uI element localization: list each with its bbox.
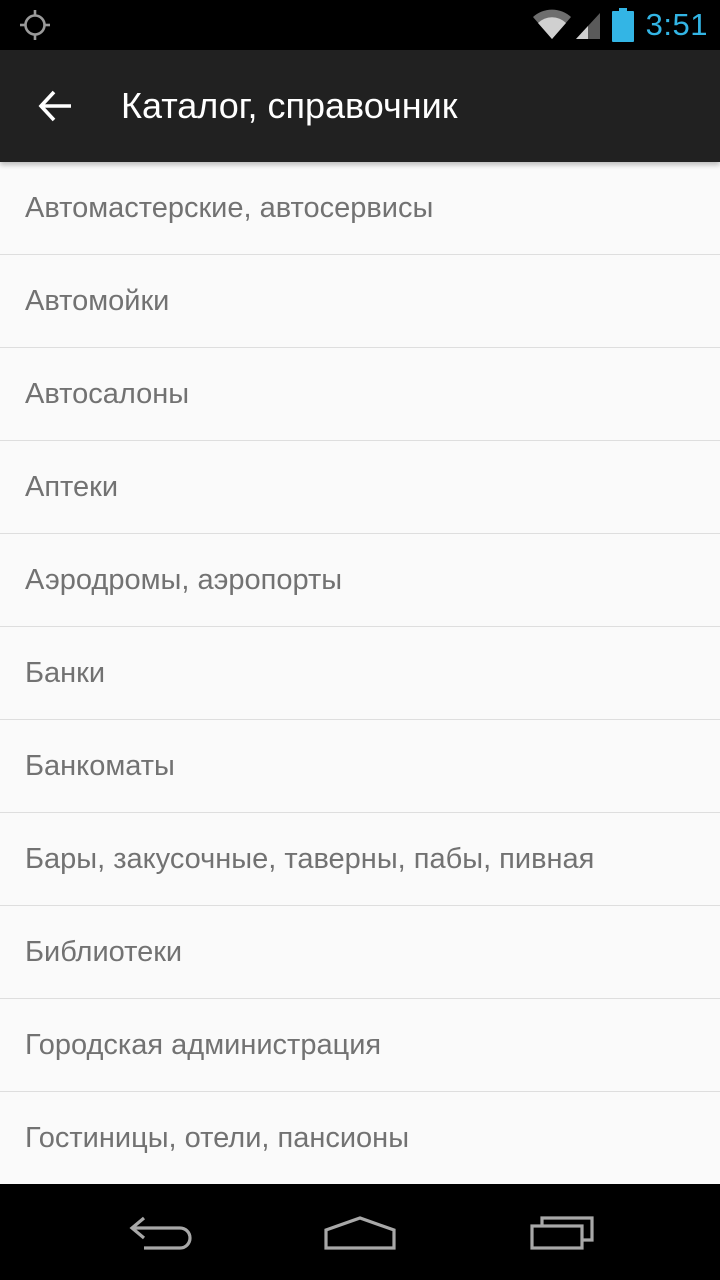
arrow-back-icon	[38, 90, 71, 122]
nav-recents-icon	[530, 1216, 594, 1250]
list-item[interactable]: Автомойки	[0, 255, 720, 348]
status-bar: 3:51	[0, 0, 720, 50]
nav-back-icon	[129, 1216, 192, 1250]
catalog-list: Автомастерские, автосервисы Автомойки Ав…	[0, 162, 720, 1184]
signal-icon	[575, 13, 600, 39]
battery-icon	[611, 8, 634, 42]
list-item[interactable]: Бары, закусочные, таверны, пабы, пивная	[0, 813, 720, 906]
list-item[interactable]: Аэродромы, аэропорты	[0, 534, 720, 627]
list-item[interactable]: Библиотеки	[0, 906, 720, 999]
nav-home-icon	[324, 1216, 396, 1250]
list-item[interactable]: Автомастерские, автосервисы	[0, 162, 720, 255]
navigation-bar	[0, 1184, 720, 1280]
location-icon	[20, 10, 50, 40]
back-button[interactable]	[26, 76, 86, 136]
status-icons: 3:51	[532, 0, 708, 50]
list-item[interactable]: Городская администрация	[0, 999, 720, 1092]
list-item[interactable]: Банкоматы	[0, 720, 720, 813]
list-item[interactable]: Автосалоны	[0, 348, 720, 441]
list-item[interactable]: Аптеки	[0, 441, 720, 534]
nav-home-button[interactable]	[320, 1204, 400, 1260]
page-title: Каталог, справочник	[121, 85, 458, 126]
nav-recents-button[interactable]	[522, 1204, 602, 1260]
status-time: 3:51	[645, 7, 708, 42]
list-item[interactable]: Банки	[0, 627, 720, 720]
nav-back-button[interactable]	[120, 1204, 200, 1260]
app-bar: Каталог, справочник	[0, 50, 720, 162]
list-item[interactable]: Гостиницы, отели, пансионы	[0, 1092, 720, 1184]
wifi-icon	[532, 9, 571, 39]
